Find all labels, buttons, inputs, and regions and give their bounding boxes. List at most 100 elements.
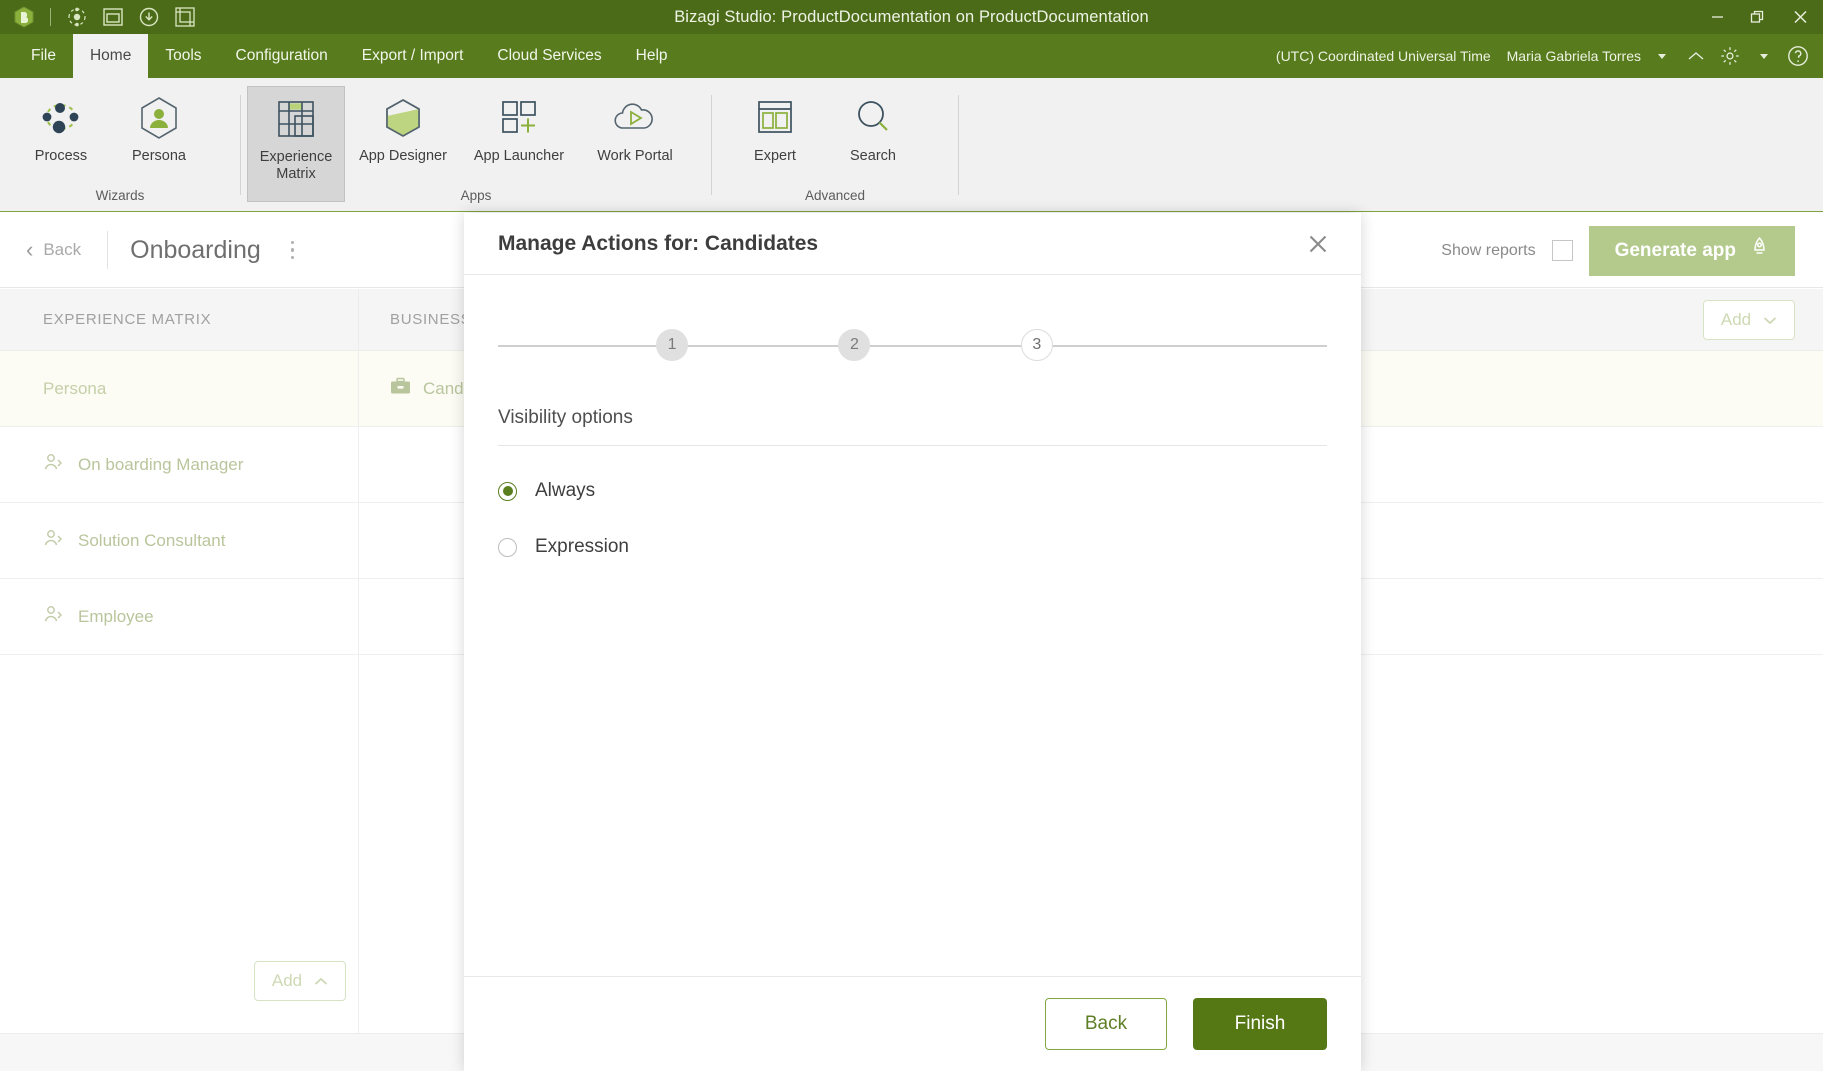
person-arrow-icon <box>43 528 64 553</box>
header-divider <box>107 231 109 269</box>
menu-item-file[interactable]: File <box>14 34 73 78</box>
restore-button[interactable] <box>1737 0 1777 34</box>
ribbon-group-wizards: Process Persona Wizards <box>0 78 240 212</box>
ribbon-button-app-designer[interactable]: App Designer <box>345 86 461 186</box>
ribbon-label-search: Search <box>850 148 896 164</box>
person-arrow-icon <box>43 452 64 477</box>
radio-option-always[interactable]: Always <box>498 480 1327 502</box>
briefcase-icon <box>390 377 411 400</box>
ribbon-button-app-launcher[interactable]: App Launcher <box>461 86 577 186</box>
dialog-body: 1 2 3 Visibility options Always Expressi… <box>464 275 1361 976</box>
ribbon-group-label-wizards: Wizards <box>95 188 145 203</box>
back-button[interactable]: ‹ Back <box>0 237 82 262</box>
matrix-header-actions: Show reports Generate app <box>1441 213 1795 288</box>
minimize-button[interactable] <box>1697 0 1737 34</box>
ribbon-group-label-advanced: Advanced <box>804 188 866 203</box>
expert-panels-icon <box>752 92 798 144</box>
generate-app-label: Generate app <box>1614 239 1736 261</box>
app-designer-hexagon-icon <box>379 92 427 144</box>
row-label-cell[interactable]: On boarding Manager <box>0 427 359 502</box>
ribbon-label-persona: Persona <box>131 148 186 164</box>
menu-item-help[interactable]: Help <box>619 34 685 78</box>
rocket-icon <box>1750 236 1769 265</box>
finish-button[interactable]: Finish <box>1193 998 1327 1050</box>
timezone-label: (UTC) Coordinated Universal Time <box>1275 48 1491 64</box>
ribbon-label-process: Process <box>34 148 88 164</box>
person-arrow-icon <box>43 604 64 629</box>
chevron-up-icon[interactable] <box>1679 34 1713 78</box>
ribbon-divider-3 <box>958 95 959 195</box>
ribbon-button-search[interactable]: Search <box>824 86 922 186</box>
gear-icon[interactable] <box>1713 34 1747 78</box>
close-button[interactable] <box>1777 0 1823 34</box>
app-window: Bizagi Studio: ProductDocumentation on P… <box>0 0 1823 1071</box>
help-circle-icon[interactable] <box>1781 34 1815 78</box>
ribbon-group-advanced: Expert Search Advanced <box>712 78 958 212</box>
persona-hexagon-icon <box>136 92 182 144</box>
radio-always-label: Always <box>535 480 596 501</box>
matrix-icon[interactable] <box>167 2 203 32</box>
menu-item-cloud-services[interactable]: Cloud Services <box>480 34 618 78</box>
search-magnifier-icon <box>850 92 896 144</box>
menu-bar-right: (UTC) Coordinated Universal Time Maria G… <box>1270 34 1815 78</box>
row-label-cell[interactable]: Employee <box>0 579 359 654</box>
title-bar: Bizagi Studio: ProductDocumentation on P… <box>0 0 1823 34</box>
row-label: Employee <box>78 606 154 626</box>
download-icon[interactable] <box>131 2 167 32</box>
ribbon-group-label-apps: Apps <box>460 188 492 203</box>
back-button-dialog[interactable]: Back <box>1045 998 1167 1050</box>
caret-down-icon[interactable] <box>1645 34 1679 78</box>
add-column-label: Add <box>1720 310 1752 329</box>
ribbon-label-experience-matrix: Experience Matrix <box>259 149 333 182</box>
dialog-header: Manage Actions for: Candidates <box>464 213 1361 275</box>
section-divider <box>498 445 1327 446</box>
dialog-title: Manage Actions for: Candidates <box>498 231 819 255</box>
quick-access-toolbar <box>0 2 203 32</box>
cloud-play-icon <box>609 92 661 144</box>
close-icon[interactable] <box>1301 227 1335 261</box>
ribbon-button-experience-matrix[interactable]: Experience Matrix <box>247 86 345 202</box>
ribbon-group-apps: Experience Matrix App Designer App Launc… <box>241 78 711 212</box>
wizard-step-1[interactable]: 1 <box>656 329 689 361</box>
wizard-step-2[interactable]: 2 <box>838 329 871 361</box>
add-persona-button[interactable]: Add <box>254 961 346 1001</box>
ribbon-button-expert[interactable]: Expert <box>726 86 824 186</box>
radio-expression-input[interactable] <box>498 537 517 557</box>
radio-always-input[interactable] <box>498 481 517 501</box>
window-controls <box>1697 0 1823 34</box>
column-header-experience-matrix: EXPERIENCE MATRIX <box>43 311 212 328</box>
process-nodes-icon <box>38 92 84 144</box>
ribbon-button-work-portal[interactable]: Work Portal <box>577 86 693 186</box>
chevron-left-icon: ‹ <box>26 237 34 262</box>
gear-caret-down-icon[interactable] <box>1747 34 1781 78</box>
wizard-step-3[interactable]: 3 <box>1020 329 1053 361</box>
experience-matrix-icon <box>273 93 319 145</box>
radio-option-expression[interactable]: Expression <box>498 536 1327 558</box>
menu-items: File Home Tools Configuration Export / I… <box>0 34 685 78</box>
chevron-down-icon <box>1764 316 1777 324</box>
deploy-icon[interactable] <box>59 2 95 32</box>
menu-item-home[interactable]: Home <box>72 34 149 78</box>
show-reports-checkbox[interactable] <box>1551 240 1573 261</box>
ribbon-label-app-launcher: App Launcher <box>473 148 565 164</box>
add-column-button[interactable]: Add <box>1703 300 1795 340</box>
chevron-up-icon <box>315 977 328 985</box>
menu-item-tools[interactable]: Tools <box>148 34 218 78</box>
ribbon-button-persona[interactable]: Persona <box>110 86 208 186</box>
bizagi-logo-icon[interactable] <box>6 2 42 32</box>
generate-app-button[interactable]: Generate app <box>1588 225 1795 276</box>
menu-bar: File Home Tools Configuration Export / I… <box>0 34 1823 78</box>
row-label: On boarding Manager <box>78 454 244 474</box>
stepper-line <box>498 345 1327 347</box>
menu-item-configuration[interactable]: Configuration <box>219 34 345 78</box>
wizard-stepper: 1 2 3 <box>498 325 1327 365</box>
user-name-label[interactable]: Maria Gabriela Torres <box>1497 48 1645 64</box>
row-label-cell[interactable]: Solution Consultant <box>0 503 359 578</box>
back-label: Back <box>43 240 82 259</box>
ribbon-label-expert: Expert <box>754 148 796 164</box>
window-icon[interactable] <box>95 2 131 32</box>
menu-item-export-import[interactable]: Export / Import <box>345 34 481 78</box>
ribbon-button-process[interactable]: Process <box>12 86 110 186</box>
matrix-empty-left: Add <box>0 655 359 1035</box>
more-options-icon[interactable] <box>290 240 295 260</box>
